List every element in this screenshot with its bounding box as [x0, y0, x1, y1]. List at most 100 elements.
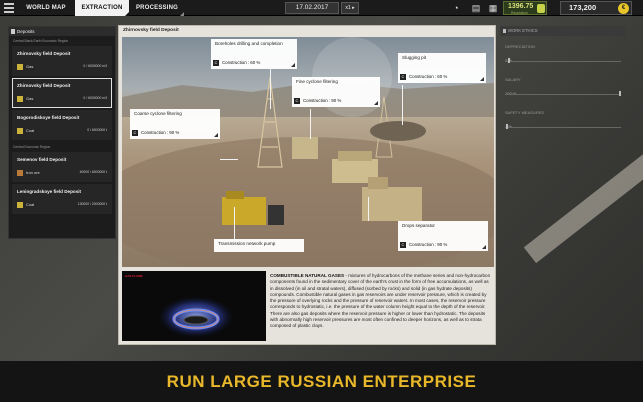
callout-status: C Construction : 90 % [400, 241, 447, 249]
callout-status: C Construction : 90 % [132, 129, 179, 137]
callout-status: C Construction : 60 % [400, 73, 447, 81]
deposit-item[interactable]: Leningradskoye field Deposit Coal 130000… [12, 184, 112, 214]
gas-flame-image: GAS FLAME [122, 271, 266, 341]
resource-amount: 130000 / 2000000 t [77, 202, 107, 206]
deposit-name: Semenov field Deposit [17, 157, 67, 162]
promo-banner: RUN LARGE RUSSIAN ENTERPRISE [0, 361, 643, 402]
tab-processing-label: PROCESSING [135, 5, 178, 11]
description-title: COMBUSTIBLE NATURAL GASES [270, 273, 345, 278]
safety-slider-handle[interactable] [506, 124, 509, 129]
callout-transmission-pump[interactable]: Transmission network pump [214, 239, 304, 252]
callout-status-text: Construction : 60 % [222, 60, 261, 65]
corner-marker [482, 245, 486, 249]
callout-status-text: Construction : 90 % [303, 98, 342, 103]
deposit-detail-panel: Zhirnovsky field Deposit Boreholes drill… [118, 25, 496, 345]
gas-icon [17, 96, 23, 102]
callout-title: Boreholes drilling and completion [215, 41, 283, 46]
deposit-name: Bogorodiskoye field Deposit [17, 115, 80, 120]
resource-name: Iron ore [26, 170, 40, 175]
deposit-item[interactable]: Zhirnovsky field Deposit Gas 0 / 6000000… [12, 46, 112, 76]
callout-status-text: Construction : 60 % [409, 74, 448, 79]
construction-icon: C [400, 74, 406, 80]
deposit-item[interactable]: Semenov field Deposit Iron ore 40000 / 6… [12, 152, 112, 182]
deposit-name: Zhirnovsky field Deposit [17, 83, 71, 88]
tab-world-map[interactable]: WORLD MAP [20, 0, 72, 16]
clock-icon[interactable]: ◔ [451, 3, 461, 13]
construction-icon: C [213, 60, 219, 66]
setting-label: SALARY [505, 77, 521, 82]
resource-description: COMBUSTIBLE NATURAL GASES - mixtures of … [270, 273, 492, 330]
resource-amount: 0 / 6000000 m3 [83, 96, 107, 100]
coal-icon [17, 202, 23, 208]
coal-icon [17, 128, 23, 134]
callout-status: C Construction : 60 % [213, 59, 260, 67]
report-icon[interactable]: ▦ [488, 3, 498, 13]
gas-icon [17, 64, 23, 70]
region-label: Central Economic Region [13, 145, 51, 149]
callout-title: Drops separator [402, 223, 435, 228]
callout-status-text: Construction : 90 % [409, 242, 448, 247]
iron-ore-icon [17, 170, 23, 176]
description-body: - mixtures of hydrocarbons of the methan… [270, 273, 491, 329]
deposits-header: Deposits [9, 27, 115, 36]
salary-slider-track[interactable] [505, 94, 621, 95]
menu-icon[interactable] [4, 3, 14, 13]
corner-marker [214, 133, 218, 137]
deposit-name: Leningradskoye field Deposit [17, 189, 82, 194]
callout-drops-separator[interactable]: Drops separator C Construction : 90 % [398, 221, 488, 251]
banner-text: RUN LARGE RUSSIAN ENTERPRISE [166, 372, 477, 391]
callout-fine-cyclone[interactable]: Fine cyclone filtering C Construction : 9… [292, 77, 380, 107]
construction-icon: C [132, 130, 138, 136]
depreciation-slider-handle[interactable] [508, 58, 511, 63]
reputation-value: 1396.75 [508, 3, 534, 10]
work-ethics-panel: WORK ETHICS DEPRECIATION 3 % SALARY 100 … [500, 26, 626, 181]
resource-info: GAS FLAME COMBUSTIBLE NATURAL GASES - mi… [122, 271, 494, 344]
image-label: GAS FLAME [125, 274, 143, 278]
callout-title: Fine cyclone filtering [296, 79, 338, 84]
bookmark-icon [11, 29, 15, 34]
coin-icon: € [618, 3, 629, 14]
resource-name: Coal [26, 128, 35, 133]
resource-name: Gas [26, 64, 34, 69]
callout-line [270, 69, 271, 109]
resource-amount: 40000 / 6000000 t [79, 170, 107, 174]
callout-title: Slugging pit [402, 55, 427, 60]
construction-icon: C [294, 98, 300, 104]
deposit-item-selected[interactable]: Zhirnovsky field Deposit Gas 0 / 6000000… [12, 78, 112, 108]
reputation-label: Reputation [511, 10, 528, 15]
work-ethics-header: WORK ETHICS [500, 26, 626, 36]
tab-extraction-label: EXTRACTION [81, 5, 123, 11]
callout-coarse-cyclone[interactable]: Coarse cyclone filtering C Construction :… [130, 109, 220, 139]
safety-setting: SAFETY MEASURES 1 % [500, 102, 626, 135]
deposit-item[interactable]: Bogorodiskoye field Deposit Coal 0 / 600… [12, 110, 112, 140]
document-icon[interactable]: ▤ [471, 3, 481, 13]
callout-line [234, 207, 235, 239]
tab-extraction[interactable]: EXTRACTION [75, 0, 129, 16]
callout-boreholes[interactable]: Boreholes drilling and completion C Const… [211, 39, 297, 69]
corner-marker [480, 77, 484, 81]
gas-burner-illustration [156, 295, 236, 339]
salary-slider-handle[interactable] [619, 91, 621, 96]
corner-marker [125, 12, 129, 16]
callout-line [402, 85, 403, 125]
date-display: 17.02.2017 [285, 2, 339, 14]
setting-label: DEPRECIATION [505, 44, 535, 49]
tab-processing[interactable]: PROCESSING [130, 0, 184, 16]
depreciation-slider-track[interactable] [505, 61, 621, 62]
speed-button[interactable]: x1 ▸ [341, 2, 359, 14]
deposit-title: Zhirnovsky field Deposit [123, 28, 179, 33]
deposit-name: Zhirnovsky field Deposit [17, 51, 71, 56]
callout-slugging-pit[interactable]: Slugging pit C Construction : 60 % [398, 53, 486, 83]
salary-setting: SALARY 100 % [500, 69, 626, 102]
thumbs-up-icon [537, 4, 545, 13]
resource-name: Gas [26, 96, 34, 101]
callout-title: Transmission network pump [218, 241, 276, 246]
region-label: Central Black Earth Economic Region [13, 39, 69, 43]
corner-marker [291, 63, 295, 67]
resource-name: Coal [26, 202, 35, 207]
top-bar: WORLD MAP EXTRACTION PROCESSING 17.02.20… [0, 0, 643, 16]
callout-line [368, 197, 369, 221]
safety-slider-track[interactable] [505, 127, 621, 128]
corner-marker [374, 101, 378, 105]
setting-label: SAFETY MEASURES [505, 110, 545, 115]
